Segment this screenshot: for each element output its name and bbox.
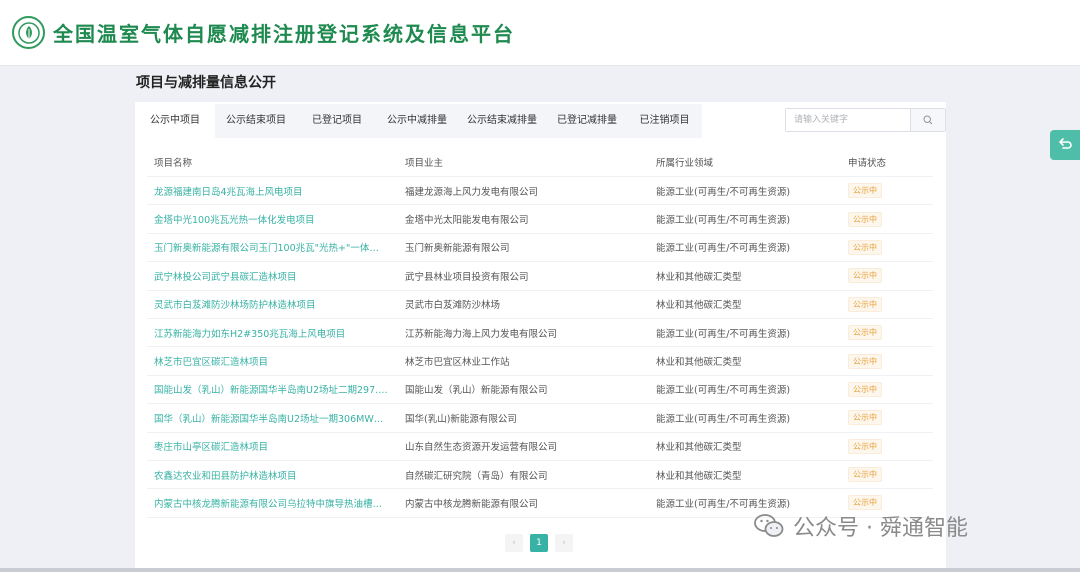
status-badge: 公示中 xyxy=(848,438,882,454)
project-name-link[interactable]: 灵武市白芨滩防沙林场防护林造林项目 xyxy=(147,297,398,311)
bottom-scrollbar xyxy=(0,568,1080,572)
back-button[interactable] xyxy=(1050,130,1080,160)
tab-bar: 公示中项目 公示结束项目 已登记项目 公示中减排量 公示结束减排量 已登记减排量… xyxy=(135,104,702,138)
industry: 林业和其他碳汇类型 xyxy=(656,271,742,283)
industry: 林业和其他碳汇类型 xyxy=(656,300,742,312)
industry: 林业和其他碳汇类型 xyxy=(656,470,742,482)
table-row: 龙源福建南日岛4兆瓦海上风电项目 福建龙源海上风力发电有限公司 能源工业(可再生… xyxy=(147,177,933,206)
project-owner: 武宁县林业项目投资有限公司 xyxy=(405,271,529,283)
search-button[interactable] xyxy=(910,109,945,131)
top-header: 全国温室气体自愿减排注册登记系统及信息平台 xyxy=(0,0,1080,66)
return-arrow-icon xyxy=(1059,138,1072,149)
table-row: 林芝市巴宜区碳汇造林项目 林芝市巴宜区林业工作站 林业和其他碳汇类型 公示中 xyxy=(147,347,933,376)
status-badge: 公示中 xyxy=(848,467,882,483)
prev-page-button[interactable]: ‹ xyxy=(505,534,523,552)
table-row: 玉门新奥新能源有限公司玉门100兆瓦"光热+"一体化发电... 玉门新奥新能源有… xyxy=(147,234,933,263)
industry: 能源工业(可再生/不可再生资源) xyxy=(656,243,791,255)
table-header: 项目名称 项目业主 所属行业领域 申请状态 xyxy=(147,147,933,177)
status-badge: 公示中 xyxy=(848,183,882,199)
project-name-link[interactable]: 林芝市巴宜区碳汇造林项目 xyxy=(147,354,398,368)
status-badge: 公示中 xyxy=(848,296,882,312)
projects-table: 项目名称 项目业主 所属行业领域 申请状态 龙源福建南日岛4兆瓦海上风电项目 福… xyxy=(147,147,933,518)
tab-publicity-ended-projects[interactable]: 公示结束项目 xyxy=(215,104,297,138)
industry: 能源工业(可再生/不可再生资源) xyxy=(656,413,791,425)
header-project-owner: 项目业主 xyxy=(405,157,444,169)
table-row: 国华（乳山）新能源国华半岛南U2场址一期306MW海上... 国华(乳山)新能源… xyxy=(147,404,933,433)
project-name-link[interactable]: 江苏新能海力如东H2#350兆瓦海上风电项目 xyxy=(147,326,398,340)
table-row: 金塔中光100兆瓦光热一体化发电项目 金塔中光太阳能发电有限公司 能源工业(可再… xyxy=(147,205,933,234)
status-badge: 公示中 xyxy=(848,325,882,341)
industry: 能源工业(可再生/不可再生资源) xyxy=(656,498,791,510)
status-badge: 公示中 xyxy=(848,410,882,426)
table-row: 灵武市白芨滩防沙林场防护林造林项目 灵武市白芨滩防沙林场 林业和其他碳汇类型 公… xyxy=(147,291,933,319)
watermark-text: 公众号 · 舜通智能 xyxy=(793,516,968,541)
header-industry: 所属行业领域 xyxy=(656,157,714,169)
header-project-name: 项目名称 xyxy=(154,157,193,169)
wechat-icon xyxy=(754,514,784,537)
project-name-link[interactable]: 枣庄市山亭区碳汇造林项目 xyxy=(147,439,398,453)
table-row: 枣庄市山亭区碳汇造林项目 山东自然生态资源开发运营有限公司 林业和其他碳汇类型 … xyxy=(147,433,933,461)
project-name-link[interactable]: 国华（乳山）新能源国华半岛南U2场址一期306MW海上... xyxy=(147,411,398,425)
status-badge: 公示中 xyxy=(848,495,882,511)
tab-publicity-ended-reductions[interactable]: 公示结束减排量 xyxy=(457,104,547,138)
project-owner: 金塔中光太阳能发电有限公司 xyxy=(405,215,529,227)
table-row: 农鑫达农业和田县防护林造林项目 自然碳汇研究院（青岛）有限公司 林业和其他碳汇类… xyxy=(147,461,933,490)
header-status: 申请状态 xyxy=(848,157,887,169)
project-owner: 林芝市巴宜区林业工作站 xyxy=(405,357,510,369)
project-name-link[interactable]: 国能山发（乳山）新能源国华半岛南U2场址二期297.5M... xyxy=(147,382,398,396)
project-name-link[interactable]: 金塔中光100兆瓦光热一体化发电项目 xyxy=(147,212,398,226)
status-badge: 公示中 xyxy=(848,353,882,369)
page-title: 项目与减排量信息公开 xyxy=(136,75,276,91)
industry: 林业和其他碳汇类型 xyxy=(656,357,742,369)
project-owner: 山东自然生态资源开发运营有限公司 xyxy=(405,442,558,454)
project-owner: 福建龙源海上风力发电有限公司 xyxy=(405,186,539,198)
industry: 能源工业(可再生/不可再生资源) xyxy=(656,215,791,227)
pagination: ‹ 1 › xyxy=(505,534,573,552)
tab-registered-reductions[interactable]: 已登记减排量 xyxy=(547,104,627,138)
tab-cancelled-projects[interactable]: 已注销项目 xyxy=(627,104,702,138)
project-owner: 内蒙古中核龙腾新能源有限公司 xyxy=(405,498,539,510)
status-badge: 公示中 xyxy=(848,268,882,284)
tab-publicizing-reductions[interactable]: 公示中减排量 xyxy=(377,104,457,138)
tab-publicizing-projects[interactable]: 公示中项目 xyxy=(135,104,215,138)
page-number-button[interactable]: 1 xyxy=(530,534,548,552)
tab-registered-projects[interactable]: 已登记项目 xyxy=(297,104,377,138)
project-name-link[interactable]: 武宁林投公司武宁县碳汇造林项目 xyxy=(147,269,398,283)
project-owner: 灵武市白芨滩防沙林场 xyxy=(405,300,501,312)
industry: 能源工业(可再生/不可再生资源) xyxy=(656,186,791,198)
logo-icon xyxy=(12,16,45,49)
watermark: 公众号 · 舜通智能 xyxy=(753,510,968,542)
status-badge: 公示中 xyxy=(848,381,882,397)
project-owner: 自然碳汇研究院（青岛）有限公司 xyxy=(405,470,548,482)
project-owner: 玉门新奥新能源有限公司 xyxy=(405,243,510,255)
project-owner: 国华(乳山)新能源有限公司 xyxy=(405,413,517,425)
search-icon xyxy=(923,115,933,125)
main-card: 公示中项目 公示结束项目 已登记项目 公示中减排量 公示结束减排量 已登记减排量… xyxy=(135,102,946,568)
project-name-link[interactable]: 玉门新奥新能源有限公司玉门100兆瓦"光热+"一体化发电... xyxy=(147,240,398,254)
project-name-link[interactable]: 农鑫达农业和田县防护林造林项目 xyxy=(147,468,398,482)
project-name-link[interactable]: 龙源福建南日岛4兆瓦海上风电项目 xyxy=(147,184,398,198)
table-row: 武宁林投公司武宁县碳汇造林项目 武宁县林业项目投资有限公司 林业和其他碳汇类型 … xyxy=(147,262,933,291)
industry: 能源工业(可再生/不可再生资源) xyxy=(656,385,791,397)
site-title: 全国温室气体自愿减排注册登记系统及信息平台 xyxy=(53,22,515,46)
project-name-link[interactable]: 内蒙古中核龙腾新能源有限公司乌拉特中旗导热油槽式10... xyxy=(147,496,398,510)
search-input[interactable] xyxy=(786,109,910,131)
status-badge: 公示中 xyxy=(848,211,882,227)
search-box xyxy=(785,108,946,132)
table-row: 国能山发（乳山）新能源国华半岛南U2场址二期297.5M... 国能山发（乳山）… xyxy=(147,376,933,405)
project-owner: 国能山发（乳山）新能源有限公司 xyxy=(405,385,548,397)
next-page-button[interactable]: › xyxy=(555,534,573,552)
industry: 林业和其他碳汇类型 xyxy=(656,442,742,454)
project-owner: 江苏新能海力海上风力发电有限公司 xyxy=(405,328,558,340)
table-row: 江苏新能海力如东H2#350兆瓦海上风电项目 江苏新能海力海上风力发电有限公司 … xyxy=(147,319,933,348)
industry: 能源工业(可再生/不可再生资源) xyxy=(656,328,791,340)
status-badge: 公示中 xyxy=(848,239,882,255)
